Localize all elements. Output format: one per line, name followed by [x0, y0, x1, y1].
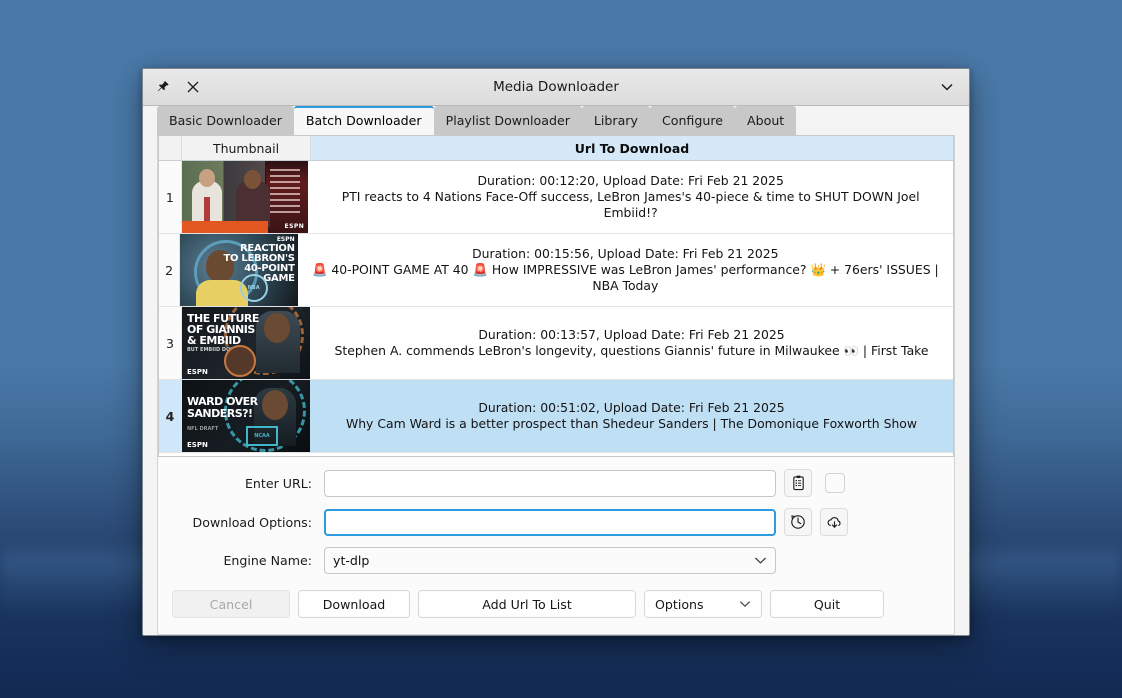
row-number: 3: [159, 307, 182, 379]
row-number: 4: [159, 380, 182, 452]
url-label: Enter URL:: [172, 476, 324, 491]
table-header-row: Thumbnail Url To Download: [159, 136, 953, 161]
cloud-download-icon[interactable]: [820, 508, 848, 536]
tab-configure[interactable]: Configure: [650, 106, 735, 135]
batch-downloader-panel: Thumbnail Url To Download 1 ESPN: [157, 135, 955, 635]
row-url-cell: Duration: 00:51:02, Upload Date: Fri Feb…: [310, 380, 953, 452]
close-icon[interactable]: [185, 79, 201, 95]
engine-name-value: yt-dlp: [333, 553, 754, 568]
cancel-button[interactable]: Cancel: [172, 590, 290, 618]
chevron-down-icon[interactable]: [939, 79, 955, 95]
video-thumbnail-image: ESPN: [182, 161, 309, 233]
column-header-number: [159, 136, 182, 160]
tab-label: Configure: [662, 113, 723, 128]
row-title: 🚨 40-POINT GAME AT 40 🚨 How IMPRESSIVE w…: [306, 262, 945, 294]
row-url-cell: Duration: 00:12:20, Upload Date: Fri Feb…: [308, 161, 953, 233]
row-thumbnail-cell: THE FUTUREOF GIANNIS& EMBIID BUT EMBIID …: [182, 307, 310, 379]
history-clock-icon[interactable]: [784, 508, 812, 536]
window-titlebar: Media Downloader: [143, 69, 969, 106]
titlebar-left-controls: [143, 79, 201, 95]
video-thumbnail-image: ESPN REACTIONTO LEBRON'S40-POINT GAME NB…: [180, 234, 297, 306]
tab-label: About: [747, 113, 784, 128]
tab-label: Basic Downloader: [169, 113, 282, 128]
row-number: 1: [159, 161, 182, 233]
download-options-input[interactable]: [324, 509, 776, 536]
engine-name-row: Engine Name: yt-dlp: [172, 547, 940, 574]
row-meta: Duration: 00:15:56, Upload Date: Fri Feb…: [472, 246, 778, 262]
download-options-row: Download Options:: [172, 508, 940, 536]
tab-basic-downloader[interactable]: Basic Downloader: [157, 106, 294, 135]
tab-bar: Basic Downloader Batch Downloader Playli…: [143, 106, 969, 135]
url-input[interactable]: [324, 470, 776, 497]
chevron-down-icon: [739, 600, 751, 608]
quit-button[interactable]: Quit: [770, 590, 884, 618]
download-button[interactable]: Download: [298, 590, 410, 618]
row-title: Stephen A. commends LeBron's longevity, …: [334, 343, 928, 359]
row-thumbnail-cell: ESPN REACTIONTO LEBRON'S40-POINT GAME NB…: [180, 234, 297, 306]
options-button[interactable]: Options: [644, 590, 762, 618]
download-form: Enter URL: Download Options:: [158, 457, 954, 585]
table-body: 1 ESPN Duration: 00:12:20, Upload Date: …: [159, 161, 953, 456]
blank-toggle-button[interactable]: [825, 473, 845, 493]
table-row[interactable]: 3 THE FUTUREOF GIANNIS& EMBIID BUT EMBII…: [159, 307, 953, 380]
clipboard-icon[interactable]: [784, 469, 812, 497]
row-url-cell: Duration: 00:13:57, Upload Date: Fri Feb…: [310, 307, 953, 379]
table-row[interactable]: 2 ESPN REACTIONTO LEBRON'S40-POINT GAME …: [159, 234, 953, 307]
download-options-label: Download Options:: [172, 515, 324, 530]
tab-label: Batch Downloader: [306, 113, 422, 128]
row-meta: Duration: 00:13:57, Upload Date: Fri Feb…: [478, 327, 784, 343]
tab-label: Library: [594, 113, 638, 128]
tab-batch-downloader[interactable]: Batch Downloader: [294, 106, 434, 135]
column-header-url: Url To Download: [311, 136, 953, 160]
row-thumbnail-cell: ESPN: [182, 161, 309, 233]
tab-label: Playlist Downloader: [446, 113, 570, 128]
row-title: PTI reacts to 4 Nations Face-Off success…: [316, 189, 945, 221]
table-row[interactable]: 1 ESPN Duration: 00:12:20, Upload Date: …: [159, 161, 953, 234]
url-field-row: Enter URL:: [172, 469, 940, 497]
row-title: Why Cam Ward is a better prospect than S…: [346, 416, 917, 432]
action-button-row: Cancel Download Add Url To List Options …: [158, 585, 954, 630]
tab-playlist-downloader[interactable]: Playlist Downloader: [434, 106, 582, 135]
titlebar-right-controls: [939, 79, 969, 95]
tab-library[interactable]: Library: [582, 106, 650, 135]
row-meta: Duration: 00:51:02, Upload Date: Fri Feb…: [478, 400, 784, 416]
add-url-to-list-button[interactable]: Add Url To List: [418, 590, 636, 618]
chevron-down-icon: [754, 556, 767, 565]
engine-name-select[interactable]: yt-dlp: [324, 547, 776, 574]
tab-about[interactable]: About: [735, 106, 796, 135]
pin-icon[interactable]: [155, 79, 171, 95]
row-number: 2: [159, 234, 180, 306]
table-row[interactable]: 4 WARD OVERSANDERS?! NFL DRAFT NCAA ESPN…: [159, 380, 953, 453]
window-title: Media Downloader: [143, 79, 969, 95]
row-url-cell: Duration: 00:15:56, Upload Date: Fri Feb…: [298, 234, 953, 306]
engine-name-label: Engine Name:: [172, 553, 324, 568]
options-button-label: Options: [655, 597, 704, 612]
column-header-thumbnail: Thumbnail: [182, 136, 311, 160]
media-downloader-window: Media Downloader Basic Downloader Batch …: [142, 68, 970, 636]
download-queue-table: Thumbnail Url To Download 1 ESPN: [158, 135, 954, 457]
row-meta: Duration: 00:12:20, Upload Date: Fri Feb…: [477, 173, 783, 189]
row-thumbnail-cell: WARD OVERSANDERS?! NFL DRAFT NCAA ESPN: [182, 380, 310, 452]
video-thumbnail-image: WARD OVERSANDERS?! NFL DRAFT NCAA ESPN: [182, 380, 310, 452]
video-thumbnail-image: THE FUTUREOF GIANNIS& EMBIID BUT EMBIID …: [182, 307, 310, 379]
